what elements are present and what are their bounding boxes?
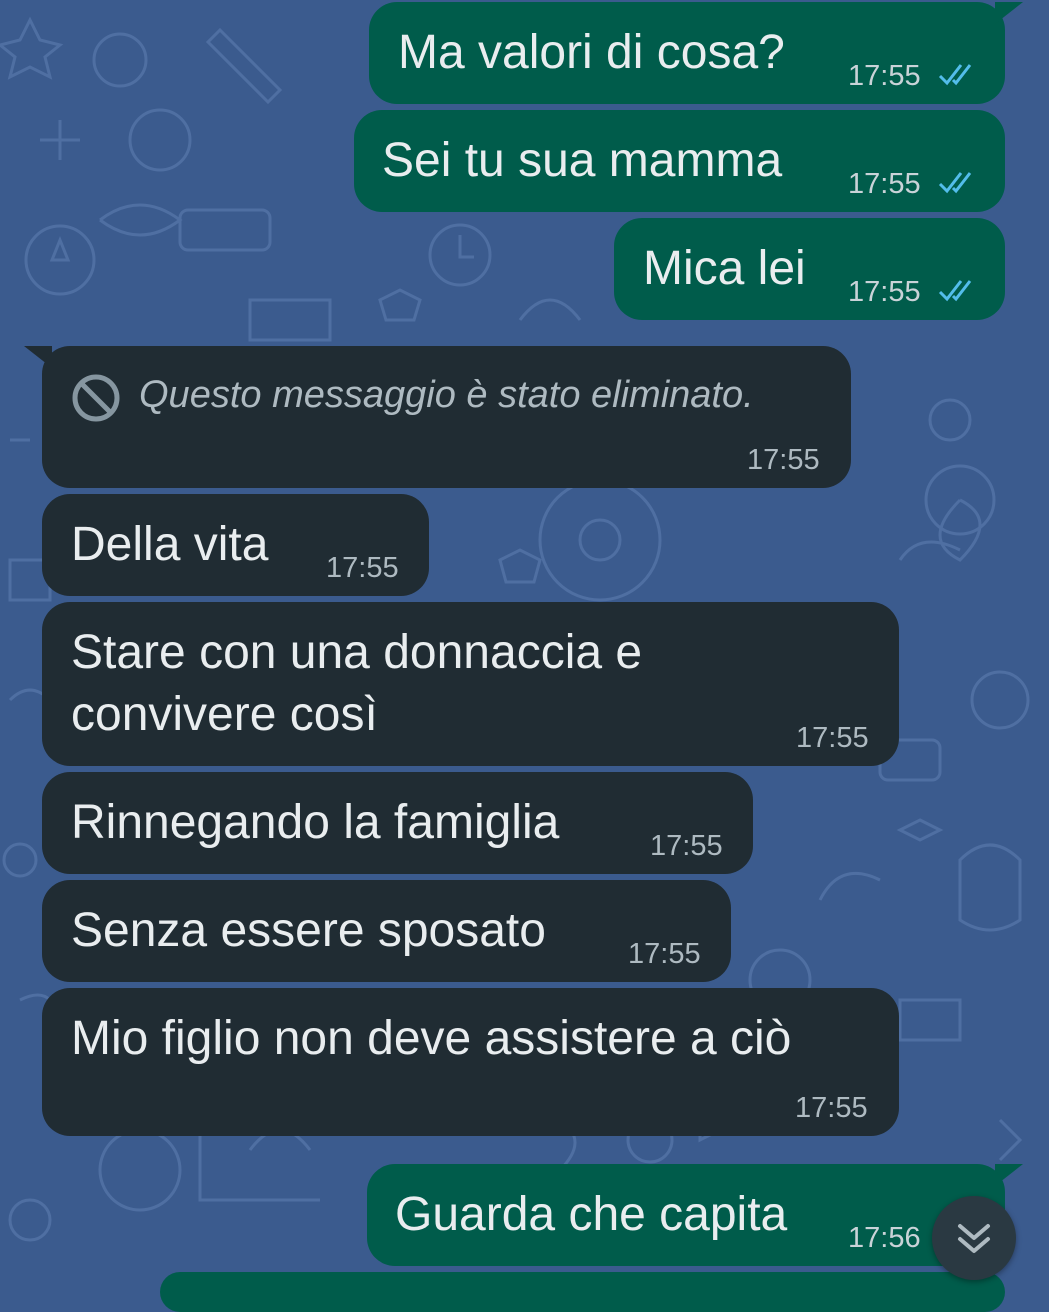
message-bubble-incoming[interactable]: Senza essere sposato 17:55 bbox=[42, 880, 731, 982]
message-bubble-incoming[interactable]: Mio figlio non deve assistere a ciò 17:5… bbox=[42, 988, 899, 1136]
bubble-tail bbox=[995, 2, 1023, 24]
message-time: 17:55 bbox=[848, 276, 921, 308]
message-time: 17:55 bbox=[747, 444, 820, 476]
message-bubble-outgoing[interactable]: Sei tu sua mamma 17:55 bbox=[354, 110, 1005, 212]
message-time: 17:56 bbox=[848, 1222, 921, 1254]
message-text-line-1: Stare con una donnaccia e bbox=[71, 626, 643, 679]
prohibited-icon bbox=[72, 374, 120, 422]
message-time: 17:55 bbox=[628, 938, 701, 970]
message-bubble-outgoing[interactable]: Mica lei 17:55 bbox=[614, 218, 1005, 320]
deleted-message-text: Questo messaggio è stato eliminato. bbox=[139, 374, 754, 416]
message-text: Mica lei bbox=[643, 242, 806, 295]
chat-area[interactable]: Ma valori di cosa? 17:55 Sei tu sua mamm… bbox=[0, 0, 1049, 1312]
message-text: Della vita bbox=[71, 518, 269, 571]
message-time: 17:55 bbox=[795, 1092, 868, 1124]
message-bubble-partial bbox=[160, 1272, 1005, 1312]
message-time: 17:55 bbox=[650, 830, 723, 862]
read-ticks-icon bbox=[938, 280, 972, 302]
read-ticks-icon bbox=[938, 172, 972, 194]
message-text: Mio figlio non deve assistere a ciò bbox=[71, 1012, 792, 1065]
message-bubble-deleted[interactable]: Questo messaggio è stato eliminato. 17:5… bbox=[42, 346, 851, 488]
message-text: Ma valori di cosa? bbox=[398, 26, 785, 79]
message-text: Rinnegando la famiglia bbox=[71, 796, 560, 849]
message-text: Guarda che capita bbox=[395, 1188, 788, 1241]
scroll-to-bottom-button[interactable] bbox=[932, 1196, 1016, 1280]
message-bubble-incoming[interactable]: Della vita 17:55 bbox=[42, 494, 429, 596]
message-time: 17:55 bbox=[848, 168, 921, 200]
message-bubble-outgoing[interactable]: Guarda che capita 17:56 bbox=[367, 1164, 1005, 1266]
message-bubble-incoming[interactable]: Stare con una donnaccia e convivere così… bbox=[42, 602, 899, 766]
double-chevron-down-icon bbox=[958, 1224, 990, 1253]
message-time: 17:55 bbox=[796, 722, 869, 754]
read-ticks-icon bbox=[938, 64, 972, 86]
message-bubble-incoming[interactable]: Rinnegando la famiglia 17:55 bbox=[42, 772, 753, 874]
message-bubble-outgoing[interactable]: Ma valori di cosa? 17:55 bbox=[369, 2, 1005, 104]
message-text: Senza essere sposato bbox=[71, 904, 546, 957]
message-text-line-2: convivere così bbox=[71, 688, 378, 741]
message-time: 17:55 bbox=[326, 552, 399, 584]
message-time: 17:55 bbox=[848, 60, 921, 92]
message-text: Sei tu sua mamma bbox=[382, 134, 783, 187]
